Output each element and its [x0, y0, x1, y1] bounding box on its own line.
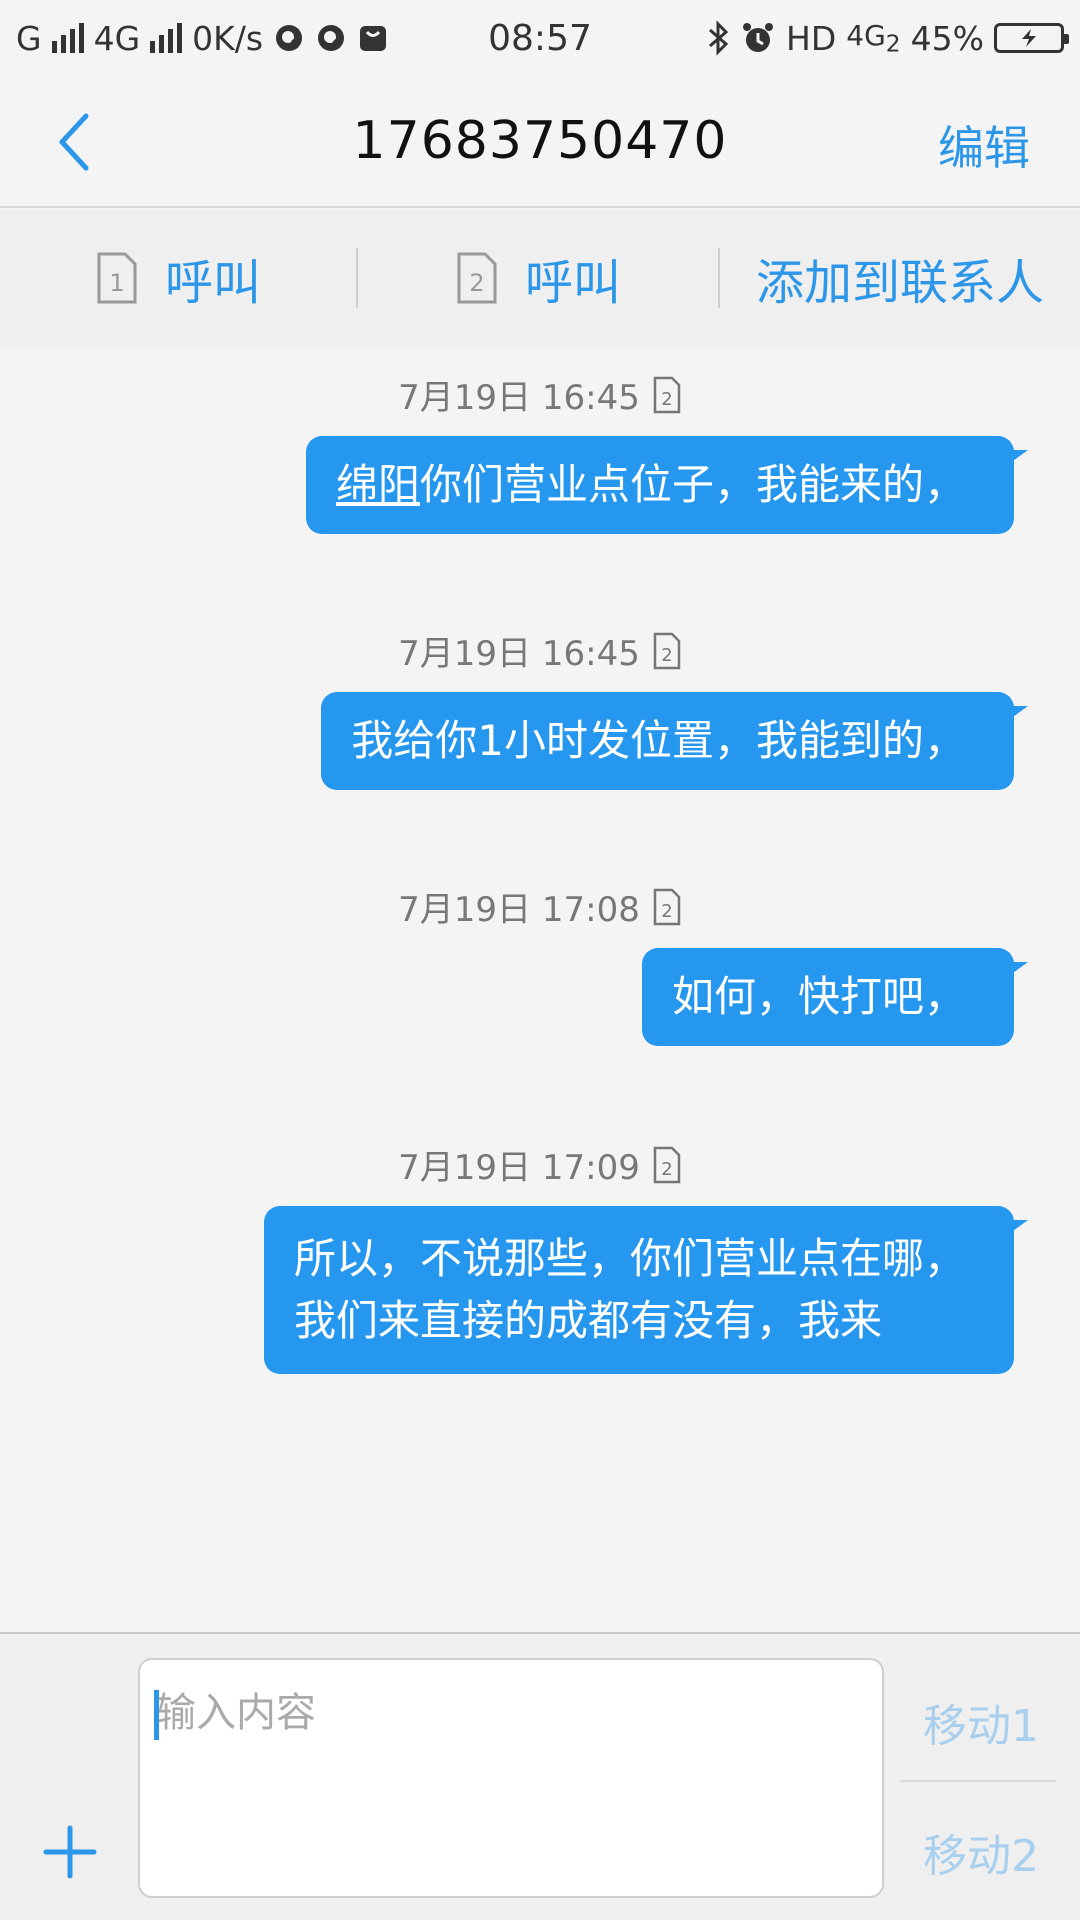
sim-card-2-icon: 2: [653, 1146, 681, 1183]
bluetooth-icon: [706, 20, 730, 56]
battery-icon: [994, 23, 1069, 53]
network-label-sub: 2: [885, 29, 901, 58]
add-to-contacts-button[interactable]: 添加到联系人: [720, 210, 1080, 346]
sim-card-1-icon: 1: [97, 252, 137, 304]
add-to-contacts-label: 添加到联系人: [755, 255, 1044, 311]
call-sim2-button[interactable]: 2 呼叫: [358, 210, 718, 346]
sim-card-1-number: 1: [109, 269, 124, 297]
message-list[interactable]: 7月19日 16:45 2 绵阳你们营业点位子，我能来的， 7月19日 16:4…: [0, 350, 1080, 1630]
message-bubble[interactable]: 所以，不说那些，你们营业点在哪， 我们来直接的成都有没有，我来: [263, 1206, 1029, 1374]
network-label: 4G2: [846, 19, 900, 58]
plus-icon: [43, 1825, 97, 1879]
sim-number: 2: [661, 1159, 672, 1180]
edit-button[interactable]: 编辑: [938, 112, 1030, 178]
message-bubble[interactable]: 绵阳你们营业点位子，我能来的，: [305, 436, 1029, 534]
call-sim2-label: 呼叫: [524, 255, 621, 311]
message-bubble[interactable]: 我给你1小时发位置，我能到的，: [321, 692, 1028, 790]
sim-card-2-icon: 2: [457, 252, 497, 304]
send-sim2-button[interactable]: 移动2: [906, 1820, 1056, 1884]
message-timestamp: 7月19日 17:08 2: [0, 882, 1080, 931]
signal-icon-2: [150, 23, 183, 53]
sim-number: 2: [661, 389, 672, 410]
sim-card-2-icon: 2: [653, 888, 681, 925]
battery-percent: 45%: [910, 18, 984, 58]
alarm-icon: [740, 20, 776, 56]
hd-label: HD: [786, 18, 837, 58]
message-input[interactable]: [138, 1658, 884, 1898]
sim-card-2-icon: 2: [653, 632, 681, 669]
timestamp-text: 7月19日 16:45: [398, 378, 640, 418]
sim-card-2-icon: 2: [653, 376, 681, 413]
attach-button[interactable]: [40, 1822, 100, 1882]
message-composer: 移动1 移动2: [0, 1632, 1080, 1920]
signal-icon-1: [51, 23, 84, 53]
message-text: 如何，快打吧，: [671, 972, 966, 1021]
call-sim1-button[interactable]: 1 呼叫: [0, 210, 356, 346]
text-cursor: [154, 1690, 159, 1740]
status-bar: G 4G 0K/s 08:57 HD 4G2 45%: [0, 0, 1080, 76]
shopping-bag-icon: [357, 22, 389, 54]
sim-number: 2: [661, 645, 672, 666]
network-label-main: 4G: [846, 18, 886, 52]
timestamp-text: 7月19日 17:08: [398, 890, 640, 930]
send-divider: [900, 1780, 1056, 1782]
back-button[interactable]: [50, 110, 110, 174]
message-text-line: 我们来直接的成都有没有，我来: [293, 1296, 882, 1345]
chevron-left-icon: [59, 113, 89, 171]
timestamp-text: 7月19日 16:45: [398, 634, 640, 674]
message-timestamp: 7月19日 16:45 2: [0, 370, 1080, 419]
qq-notification-icon: [273, 22, 305, 54]
message-text: 我给你1小时发位置，我能到的，: [351, 716, 966, 765]
location-link[interactable]: 绵阳: [336, 460, 420, 509]
network-speed: 0K/s: [192, 18, 264, 58]
send-sim1-button[interactable]: 移动1: [906, 1690, 1056, 1754]
conversation-header: 17683750470 编辑: [0, 76, 1080, 208]
sms-conversation-screen: G 4G 0K/s 08:57 HD 4G2 45% 17683750470 编…: [0, 0, 1080, 1920]
message-text: 你们营业点位子，我能来的，: [419, 460, 966, 509]
sim-card-2-number: 2: [469, 269, 484, 297]
status-right: HD 4G2 45%: [706, 18, 1069, 58]
network-type-2: 4G: [93, 18, 141, 58]
message-bubble[interactable]: 如何，快打吧，: [641, 948, 1029, 1046]
message-timestamp: 7月19日 17:09 2: [0, 1140, 1080, 1189]
message-text-line: 所以，不说那些，你们营业点在哪，: [293, 1234, 966, 1283]
call-sim1-label: 呼叫: [164, 255, 261, 311]
message-timestamp: 7月19日 16:45 2: [0, 626, 1080, 675]
qq-notification-icon-2: [315, 22, 347, 54]
status-left: G 4G 0K/s: [16, 19, 389, 58]
action-bar: 1 呼叫 2 呼叫 添加到联系人: [0, 210, 1080, 346]
sim-number: 2: [661, 901, 672, 922]
page-title: 17683750470: [352, 111, 728, 171]
network-type-1: G: [16, 18, 42, 58]
timestamp-text: 7月19日 17:09: [398, 1148, 640, 1188]
